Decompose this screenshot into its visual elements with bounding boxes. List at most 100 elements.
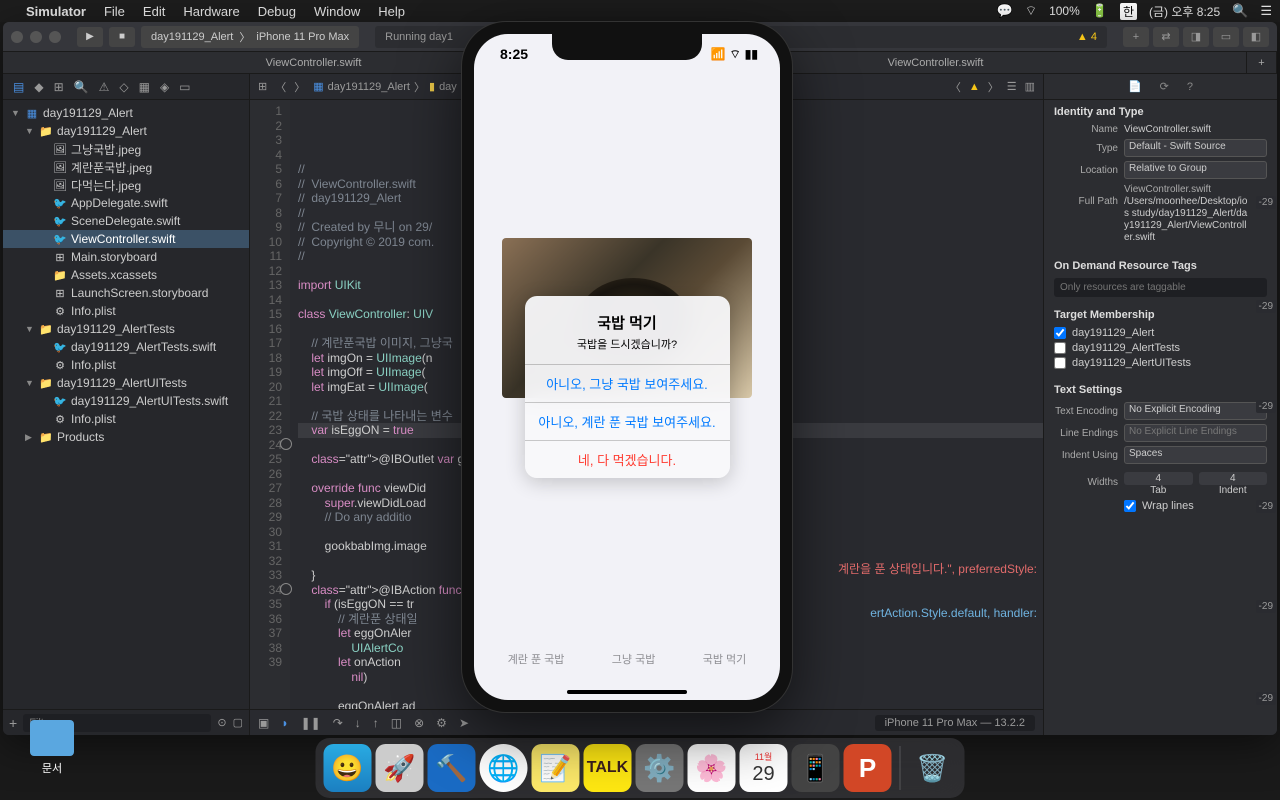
environment-icon[interactable]: ⚙ [436,716,447,730]
related-items-icon[interactable]: ⊞ [258,80,267,93]
breakpoints-toggle-icon[interactable]: ◗ [281,716,288,730]
tree-row[interactable]: 🐦SceneDelegate.swift [3,212,249,230]
scm-filter-icon[interactable]: ▢ [233,716,243,729]
location-select[interactable]: Relative to Group [1124,161,1267,179]
step-out-icon[interactable]: ↑ [373,716,379,730]
next-issue-button[interactable]: 〉 [988,79,999,95]
notes-icon[interactable]: 📝 [532,744,580,792]
app-menu[interactable]: Simulator [26,4,86,19]
hardware-menu[interactable]: Hardware [183,4,239,19]
disclosure-icon[interactable]: ▼ [25,324,35,334]
disclosure-icon[interactable]: ▶ [25,432,35,443]
library-button[interactable]: + [1123,27,1149,47]
panel-right-button[interactable]: ◧ [1243,27,1269,47]
calendar-icon[interactable]: 11월29 [740,744,788,792]
code-review-button[interactable]: ⇄ [1153,27,1179,47]
tree-row[interactable]: ⚙Info.plist [3,302,249,320]
memory-graph-icon[interactable]: ⊗ [414,716,424,730]
tree-row[interactable]: 🖼계란푼국밥.jpeg [3,158,249,176]
issue-icon[interactable]: ⚠ [99,80,110,94]
alert-button-1[interactable]: 아니오, 그냥 국밥 보여주세요. [525,364,730,402]
clock[interactable]: (금) 오후 8:25 [1149,3,1220,20]
stop-button[interactable]: ■ [109,27,135,47]
trash-icon[interactable]: 🗑️ [909,744,957,792]
tree-row[interactable]: ▼📁day191129_AlertUITests [3,374,249,392]
debug-menu[interactable]: Debug [258,4,296,19]
target-check-0[interactable] [1054,327,1066,339]
debug-icon[interactable]: ▦ [139,80,150,94]
forward-button[interactable]: 〉 [294,79,305,95]
back-button[interactable]: 〈 [275,79,286,95]
run-button[interactable]: ▶ [77,27,103,47]
chrome-icon[interactable]: 🌐 [480,744,528,792]
simulator-app-icon[interactable]: 📱 [792,744,840,792]
tree-row[interactable]: 🖼그냥국밥.jpeg [3,140,249,158]
help-inspector-icon[interactable]: ? [1187,81,1193,93]
wrap-lines-check[interactable] [1124,500,1136,512]
test-icon[interactable]: ◇ [119,80,128,94]
alert-button-3[interactable]: 네, 다 먹겠습니다. [525,440,730,478]
tree-row[interactable]: ⊞LaunchScreen.storyboard [3,284,249,302]
find-icon[interactable]: 🔍 [74,80,89,94]
powerpoint-icon[interactable]: P [844,744,892,792]
input-lang[interactable]: 한 [1120,3,1137,20]
view-debug-icon[interactable]: ◫ [391,716,402,730]
indent-using-select[interactable]: Spaces [1124,446,1267,464]
editor-options-icon[interactable]: ☰ [1007,80,1017,93]
target-check-1[interactable] [1054,342,1066,354]
window-controls[interactable] [11,31,61,43]
clock-filter-icon[interactable]: ⊙ [217,716,226,729]
tree-row[interactable]: ▼▦day191129_Alert [3,104,249,122]
disclosure-icon[interactable]: ▼ [25,378,35,388]
symbol-icon[interactable]: ⊞ [54,80,64,94]
desktop-folder[interactable]: 문서 [30,720,74,776]
disclosure-icon[interactable]: ▼ [11,108,21,118]
tree-row[interactable]: ⚙Info.plist [3,356,249,374]
pause-icon[interactable]: ❚❚ [301,716,321,730]
spotlight-icon[interactable]: 🔍 [1232,3,1248,19]
warnings-badge[interactable]: ▲ 4 [1077,31,1097,43]
alert-button-2[interactable]: 아니오, 계란 푼 국밥 보여주세요. [525,402,730,440]
project-navigator-icon[interactable]: ▤ [13,80,24,94]
tree-row[interactable]: 🐦ViewController.swift [3,230,249,248]
tree-row[interactable]: ▼📁day191129_Alert [3,122,249,140]
menu-icon[interactable]: ☰ [1260,3,1272,19]
tree-row[interactable]: 🐦AppDelegate.swift [3,194,249,212]
photos-icon[interactable]: 🌸 [688,744,736,792]
scheme-selector[interactable]: day191129_Alert 〉 iPhone 11 Pro Max [141,26,359,48]
report-icon[interactable]: ▭ [179,80,190,94]
chat-icon[interactable]: 💬 [997,3,1013,19]
tree-row[interactable]: ⊞Main.storyboard [3,248,249,266]
xcode-icon[interactable]: 🔨 [428,744,476,792]
hide-console-icon[interactable]: ▣ [258,716,269,730]
line-endings-select[interactable]: No Explicit Line Endings [1124,424,1267,442]
finder-icon[interactable]: 😀 [324,744,372,792]
file-inspector-icon[interactable]: 📄 [1128,80,1142,93]
gutter[interactable]: 1234567891011121314151617181920212223242… [250,100,290,709]
edit-menu[interactable]: Edit [143,4,165,19]
kakao-icon[interactable]: TALK [584,744,632,792]
tree-row[interactable]: 📁Assets.xcassets [3,266,249,284]
step-over-icon[interactable]: ↷ [333,716,343,730]
tree-row[interactable]: 🐦day191129_AlertUITests.swift [3,392,249,410]
adjust-editor-icon[interactable]: ▥ [1025,80,1035,93]
panel-bottom-button[interactable]: ▭ [1213,27,1239,47]
tree-row[interactable]: 🖼다먹는다.jpeg [3,176,249,194]
add-tab-button[interactable]: + [1247,52,1277,73]
help-menu[interactable]: Help [378,4,405,19]
encoding-select[interactable]: No Explicit Encoding [1124,402,1267,420]
target-check-2[interactable] [1054,357,1066,369]
window-menu[interactable]: Window [314,4,360,19]
tree-row[interactable]: ▼📁day191129_AlertTests [3,320,249,338]
history-inspector-icon[interactable]: ⟳ [1160,80,1169,93]
step-in-icon[interactable]: ↓ [355,716,361,730]
tree-row[interactable]: ▶📁Products [3,428,249,446]
debug-device-label[interactable]: iPhone 11 Pro Max — 13.2.2 [875,715,1035,731]
prev-issue-button[interactable]: 〈 [950,79,961,95]
warning-icon[interactable]: ▲ [969,81,980,93]
panel-left-button[interactable]: ◨ [1183,27,1209,47]
indent-width-stepper[interactable]: 4 [1199,472,1268,485]
tree-row[interactable]: 🐦day191129_AlertTests.swift [3,338,249,356]
breadcrumb[interactable]: ▦ day191129_Alert 〉 ▮ day [313,79,457,95]
source-control-icon[interactable]: ◆ [34,80,43,94]
